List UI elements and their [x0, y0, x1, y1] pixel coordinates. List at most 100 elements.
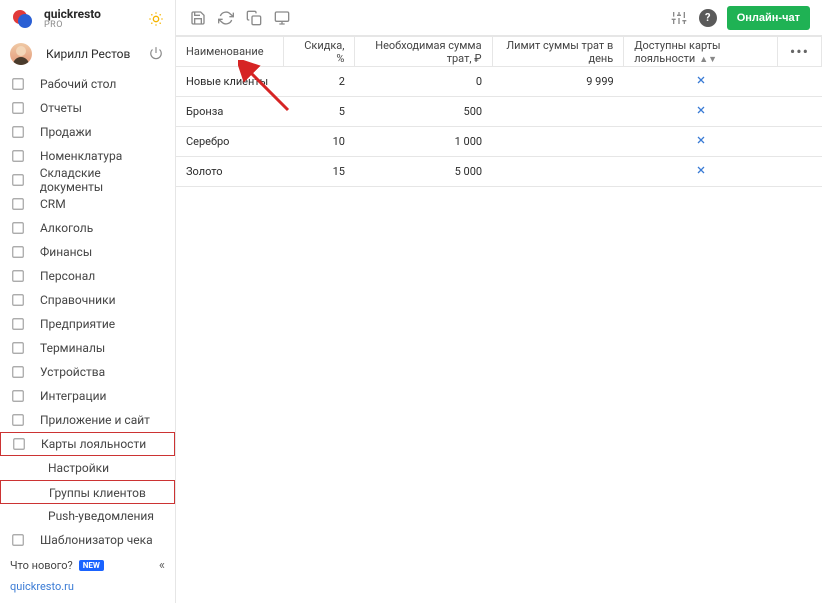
site-link[interactable]: quickresto.ru — [10, 580, 165, 593]
table-row[interactable]: Серебро101 000 — [176, 127, 822, 157]
client-groups-table: Наименование Скидка, % Необходимая сумма… — [176, 36, 822, 187]
x-icon[interactable] — [694, 74, 708, 88]
refresh-button[interactable] — [216, 8, 236, 28]
table-row[interactable]: Бронза5500 — [176, 97, 822, 127]
sidebar-item-3[interactable]: Номенклатура — [0, 144, 175, 168]
app-tier: PRO — [44, 21, 101, 30]
sidebar-item-13[interactable]: Интеграции — [0, 384, 175, 408]
cell-name: Серебро — [176, 127, 284, 157]
cell-loyalty-cards — [624, 97, 778, 127]
online-chat-button[interactable]: Онлайн-чат — [727, 6, 810, 30]
sidebar-item-label: Приложение и сайт — [40, 413, 150, 427]
settings-sliders-button[interactable] — [669, 8, 689, 28]
avatar[interactable] — [10, 43, 32, 65]
sidebar-item-1[interactable]: Отчеты — [0, 96, 175, 120]
collapse-sidebar[interactable]: « — [159, 558, 165, 573]
col-loyalty-cards[interactable]: Доступны карты лояльности▲▼ — [624, 37, 778, 67]
sidebar-item-label: Продажи — [40, 125, 92, 139]
col-name[interactable]: Наименование — [176, 37, 284, 67]
sidebar-item-label: Карты лояльности — [41, 437, 146, 451]
sidebar-item-label: Справочники — [40, 293, 116, 307]
sidebar-item-15[interactable]: Карты лояльности — [0, 432, 175, 456]
logo-row: quickresto PRO — [0, 0, 175, 36]
sidebar-item-5[interactable]: CRM — [0, 192, 175, 216]
cell-name: Бронза — [176, 97, 284, 127]
whats-new-link[interactable]: Что нового? — [10, 559, 73, 572]
sort-icon[interactable]: ▲▼ — [699, 55, 717, 65]
cell-actions — [777, 127, 821, 157]
app-name: quickresto — [44, 8, 101, 20]
table-wrap: Наименование Скидка, % Необходимая сумма… — [176, 36, 822, 603]
monitor-button[interactable] — [272, 8, 292, 28]
x-icon[interactable] — [694, 104, 708, 118]
sidebar-item-11[interactable]: Терминалы — [0, 336, 175, 360]
sidebar-item-label: Предприятие — [40, 317, 115, 331]
table-row[interactable]: Новые клиенты209 999 — [176, 67, 822, 97]
sidebar-item-16[interactable]: Шаблонизатор чека — [0, 528, 175, 551]
nav: Рабочий стол Отчеты Продажи НоменклатураСкл… — [0, 72, 175, 551]
cell-loyalty-cards — [624, 127, 778, 157]
sidebar-subitem-1[interactable]: Группы клиентов — [0, 480, 175, 504]
table-menu-button[interactable]: ••• — [777, 37, 821, 67]
cell-spend-sum: 5 000 — [355, 157, 492, 187]
sidebar-item-4[interactable]: Складские документы — [0, 168, 175, 192]
logo-icon — [10, 7, 34, 31]
table-row[interactable]: Золото155 000 — [176, 157, 822, 187]
cell-name: Новые клиенты — [176, 67, 284, 97]
devices-icon — [10, 364, 26, 380]
sidebar: quickresto PRO Кирилл Рестов Рабочий сто… — [0, 0, 176, 603]
sidebar-subitem-0[interactable]: Настройки — [0, 456, 175, 480]
col-spend-sum[interactable]: Необходимая сумма трат, ₽ — [355, 37, 492, 67]
sidebar-item-label: Отчеты — [40, 101, 82, 115]
cell-spend-sum: 0 — [355, 67, 492, 97]
sidebar-item-10[interactable]: Предприятие — [0, 312, 175, 336]
cell-limit-day — [492, 127, 624, 157]
x-icon[interactable] — [694, 134, 708, 148]
col-discount[interactable]: Скидка, % — [284, 37, 355, 67]
sidebar-item-label: Интеграции — [40, 389, 106, 403]
sidebar-item-9[interactable]: Справочники — [0, 288, 175, 312]
cell-actions — [777, 97, 821, 127]
sidebar-item-label: Терминалы — [40, 341, 105, 355]
dashboard-icon — [10, 76, 26, 92]
sidebar-subitem-2[interactable]: Push-уведомления — [0, 504, 175, 528]
cell-discount: 5 — [284, 97, 355, 127]
sidebar-item-label: Алкоголь — [40, 221, 93, 235]
sidebar-item-label: Шаблонизатор чека — [40, 533, 153, 547]
cell-limit-day: 9 999 — [492, 67, 624, 97]
warehouse-icon — [10, 172, 26, 188]
x-icon[interactable] — [694, 164, 708, 178]
save-button[interactable] — [188, 8, 208, 28]
directories-icon — [10, 292, 26, 308]
toolbar: ? Онлайн-чат — [176, 0, 822, 36]
cell-discount: 10 — [284, 127, 355, 157]
logout-button[interactable] — [149, 46, 165, 62]
integrations-icon — [10, 388, 26, 404]
cell-name: Золото — [176, 157, 284, 187]
terminals-icon — [10, 340, 26, 356]
receipt-template-icon — [10, 532, 26, 548]
cell-spend-sum: 1 000 — [355, 127, 492, 157]
sidebar-item-7[interactable]: Финансы — [0, 240, 175, 264]
sidebar-item-14[interactable]: Приложение и сайт — [0, 408, 175, 432]
theme-toggle[interactable] — [147, 10, 165, 28]
sidebar-item-label: Устройства — [40, 365, 105, 379]
cell-limit-day — [492, 97, 624, 127]
sidebar-footer: Что нового? NEW « quickresto.ru — [0, 551, 175, 603]
sidebar-item-12[interactable]: Устройства — [0, 360, 175, 384]
crm-icon — [10, 196, 26, 212]
nomenclature-icon — [10, 148, 26, 164]
cell-loyalty-cards — [624, 67, 778, 97]
reports-icon — [10, 100, 26, 116]
copy-button[interactable] — [244, 8, 264, 28]
sidebar-item-6[interactable]: Алкоголь — [0, 216, 175, 240]
enterprise-icon — [10, 316, 26, 332]
sidebar-item-label: Финансы — [40, 245, 92, 259]
sidebar-item-8[interactable]: Персонал — [0, 264, 175, 288]
help-button[interactable]: ? — [699, 9, 717, 27]
sidebar-item-label: Складские документы — [40, 166, 165, 194]
sidebar-item-2[interactable]: Продажи — [0, 120, 175, 144]
sidebar-item-label: CRM — [40, 197, 66, 211]
sidebar-item-0[interactable]: Рабочий стол — [0, 72, 175, 96]
col-limit-day[interactable]: Лимит суммы трат в день — [492, 37, 624, 67]
